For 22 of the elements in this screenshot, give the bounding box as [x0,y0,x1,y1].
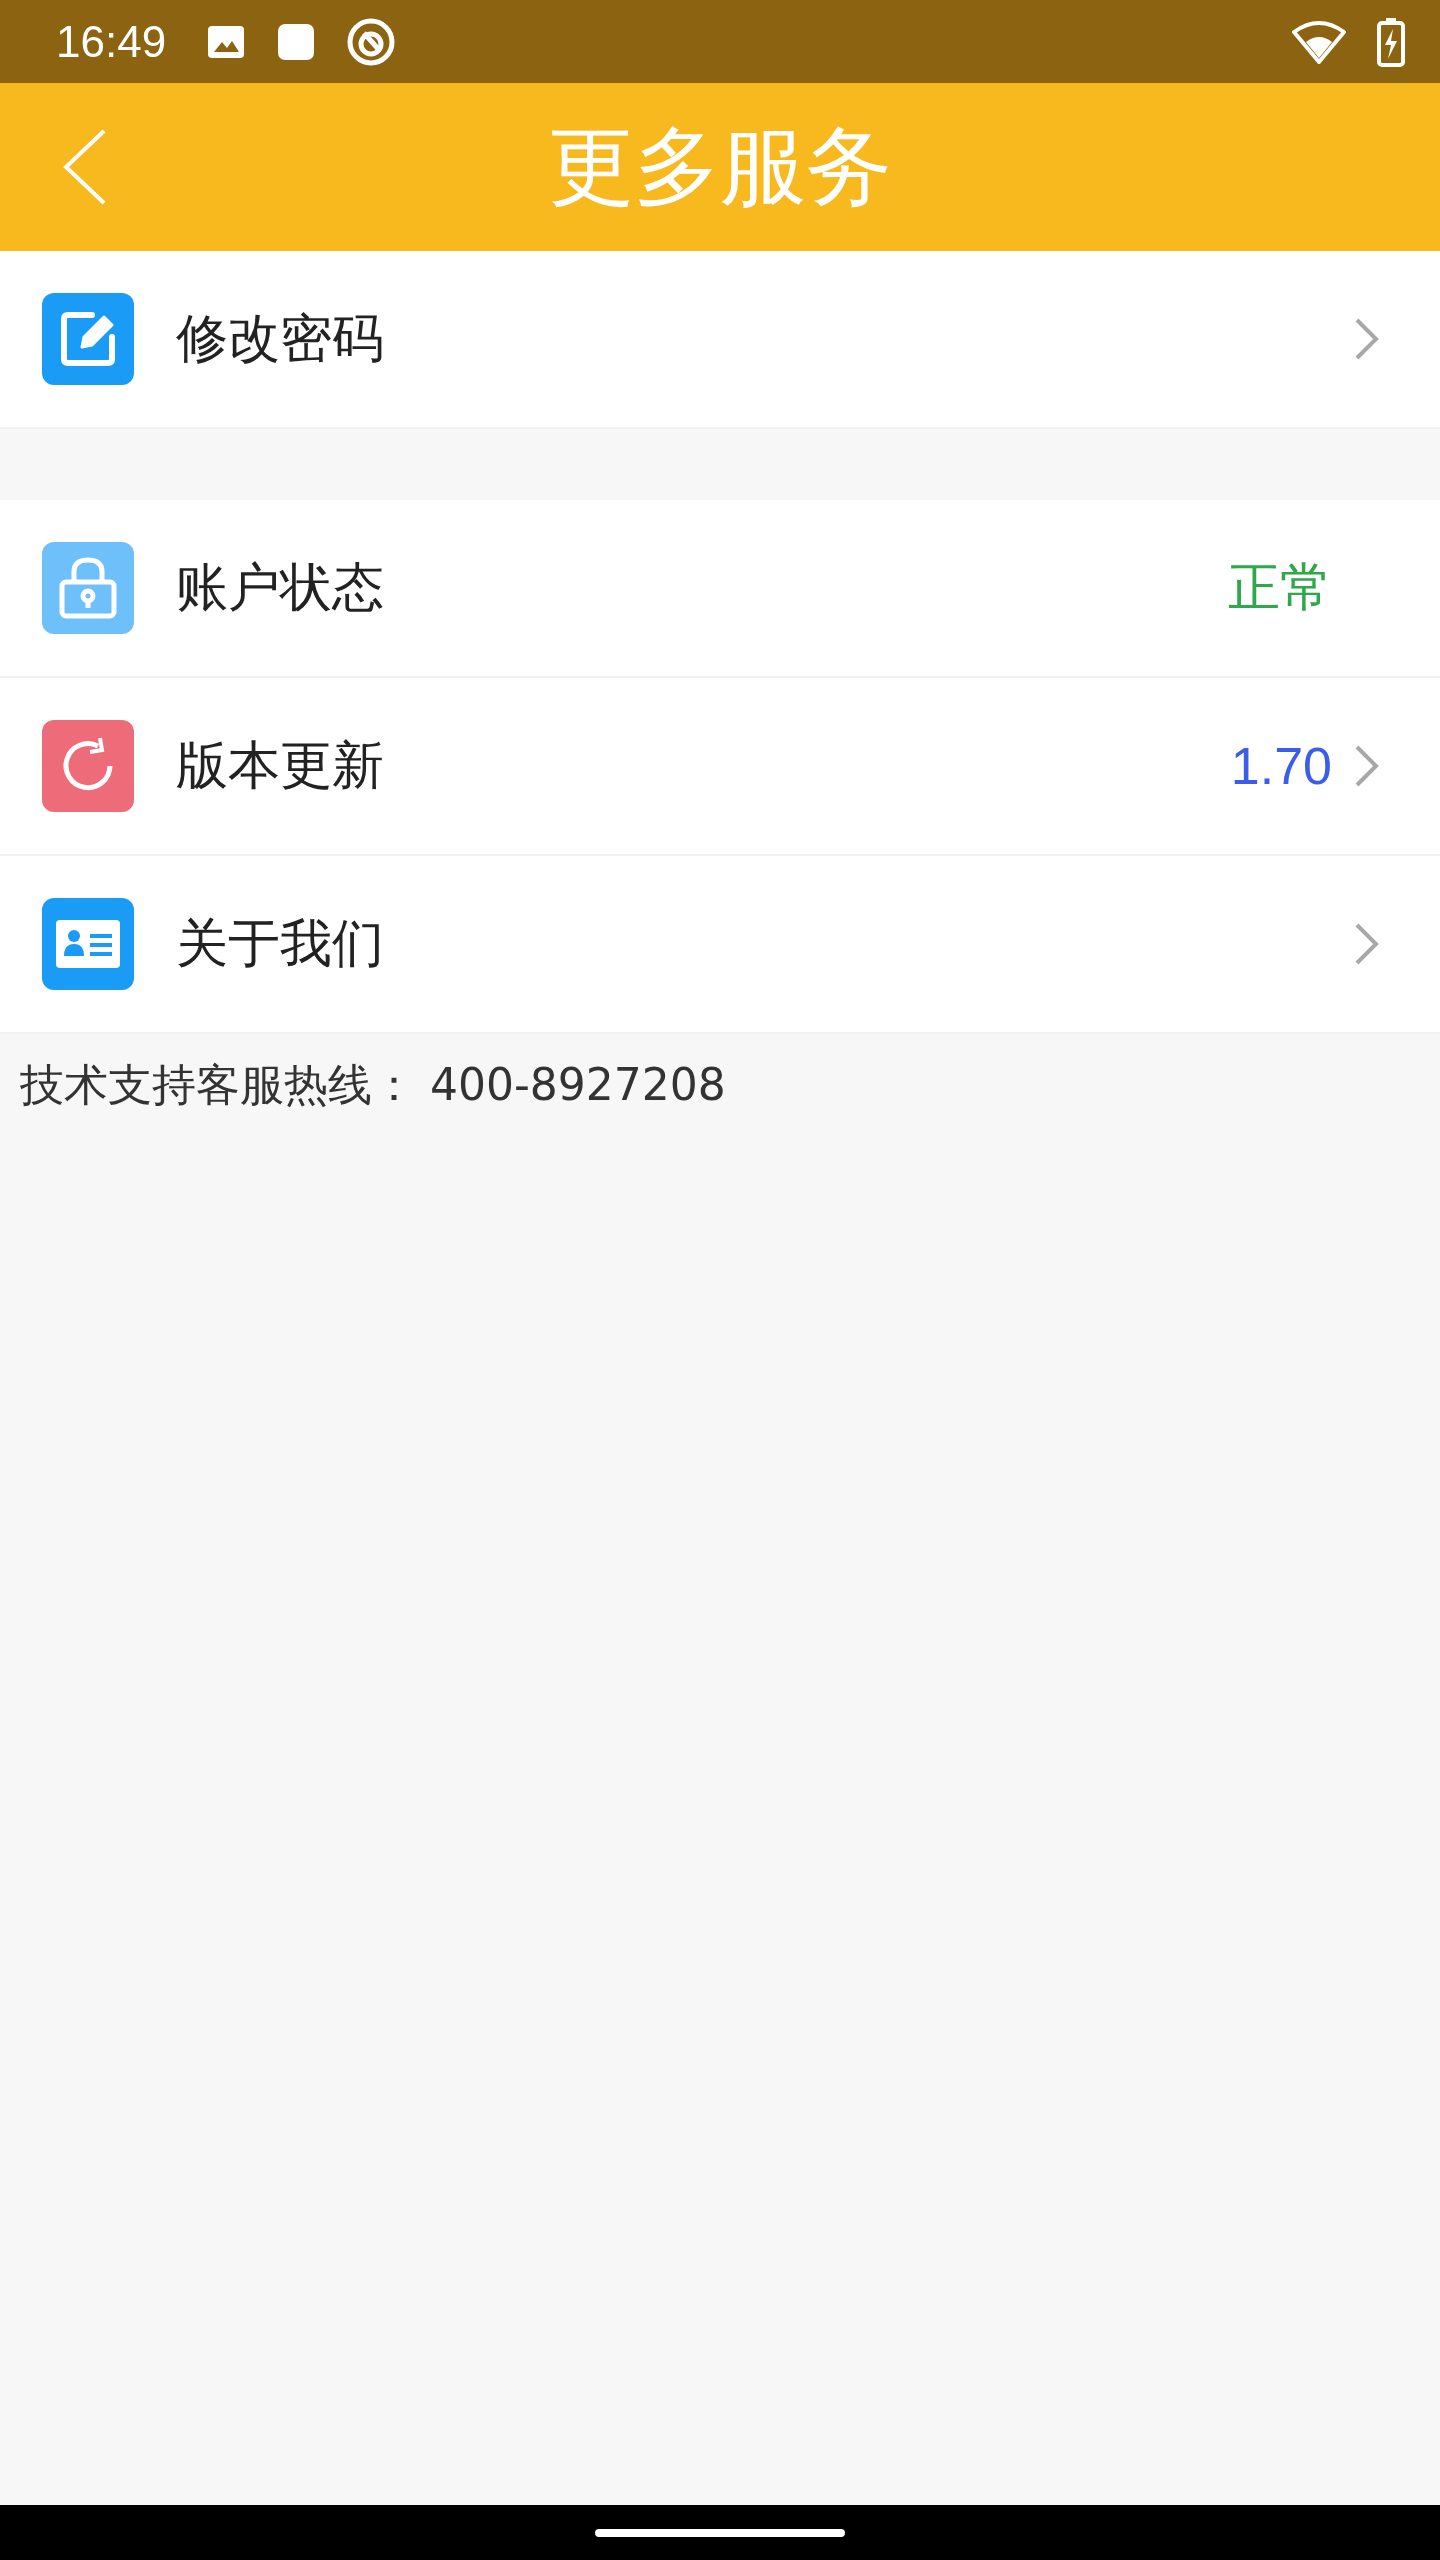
circle-icon [346,16,397,67]
item-label: 版本更新 [176,734,384,797]
item-label: 修改密码 [176,307,384,370]
item-label: 账户状态 [176,556,384,619]
refresh-icon [42,720,134,812]
item-value: 正常 [1228,557,1332,618]
item-value: 1.70 [1230,736,1332,796]
edit-icon [42,293,134,385]
id-card-icon [42,898,134,990]
square-icon [276,21,317,62]
home-indicator[interactable] [595,2528,845,2537]
menu-item[interactable]: 关于我们 [0,856,1440,1034]
item-label: 关于我们 [176,912,384,975]
lock-icon [42,542,134,634]
status-time: 16:49 [56,16,167,67]
menu-item[interactable]: 版本更新 1.70 [0,678,1440,856]
page-title: 更多服务 [548,114,892,218]
hotline-text: 技术支持客服热线： 400-8927208 [19,1058,727,1112]
menu-item[interactable]: 修改密码 [0,251,1440,429]
battery-icon [1376,16,1406,67]
wifi-icon [1292,19,1346,64]
menu-item[interactable]: 账户状态 正常 [0,500,1440,678]
